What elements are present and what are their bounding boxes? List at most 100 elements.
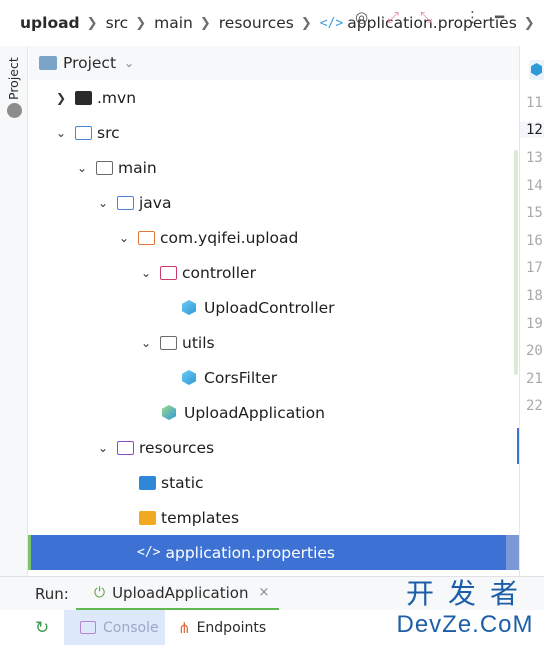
project-view-selector[interactable]: Project	[63, 54, 116, 72]
tree-item-label: src	[97, 123, 120, 142]
tree-item-corsfilter[interactable]: CorsFilter	[29, 360, 507, 395]
tree-item-label: .mvn	[97, 88, 137, 107]
line-number: 21	[526, 371, 543, 387]
spring-class-icon	[162, 405, 176, 420]
close-icon[interactable]: ×	[258, 585, 269, 600]
line-number: 13	[526, 150, 543, 166]
selection-edge	[506, 535, 519, 570]
line-number: 19	[526, 316, 543, 332]
chevron-right-icon: ❯	[135, 15, 147, 31]
resources-folder-icon	[117, 440, 134, 455]
endpoints-icon: ⋔	[178, 618, 191, 637]
tree-item-label: main	[118, 158, 157, 177]
rerun-icon[interactable]: ↻	[35, 618, 49, 638]
tree-item-label: UploadApplication	[184, 403, 325, 422]
line-number: 15	[526, 205, 543, 221]
tab-console-label: Console	[103, 619, 159, 636]
chevron-down-icon[interactable]: ⌄	[95, 196, 111, 210]
folder-icon	[96, 160, 113, 175]
tree-item-label: controller	[182, 263, 256, 282]
power-icon: ⏻	[94, 584, 106, 601]
package-icon	[138, 230, 155, 245]
tree-item-label: resources	[139, 438, 215, 457]
chevron-down-icon[interactable]: ⌄	[124, 56, 134, 70]
tree-item-src[interactable]: ⌄ src	[29, 115, 507, 150]
tree-item-uploadcontroller[interactable]: UploadController	[29, 290, 507, 325]
left-tool-strip	[0, 46, 28, 576]
chevron-right-icon: ❯	[523, 15, 535, 31]
chevron-right-icon: ❯	[199, 15, 211, 31]
line-number: 11	[526, 95, 543, 111]
properties-file-icon: </>	[137, 545, 161, 560]
tab-endpoints[interactable]: ⋔ Endpoints	[178, 610, 266, 645]
chevron-down-icon[interactable]: ⌄	[95, 441, 111, 455]
project-folder-icon	[39, 56, 57, 70]
folder-icon	[75, 90, 92, 105]
run-tab-label: UploadApplication	[112, 583, 249, 602]
chevron-right-icon[interactable]: ❯	[53, 91, 69, 105]
tree-item-label: com.yqifei.upload	[160, 228, 299, 247]
tree-item-utils[interactable]: ⌄ utils	[29, 325, 507, 360]
tab-console[interactable]: Console	[64, 610, 165, 645]
class-icon	[182, 370, 196, 385]
expand-icon[interactable]: ⤢	[387, 8, 399, 26]
tree-item-main[interactable]: ⌄ main	[29, 150, 507, 185]
chevron-right-icon: ❯	[86, 15, 98, 31]
line-number: 18	[526, 288, 543, 304]
project-tool-icon[interactable]	[7, 103, 22, 118]
project-tool-window-label[interactable]: Project	[6, 57, 21, 100]
project-tree: ❯ .mvn ⌄ src ⌄ main ⌄ java ⌄ com.yqifei.…	[28, 80, 519, 574]
tree-item-label: UploadController	[204, 298, 335, 317]
tree-item-java[interactable]: ⌄ java	[29, 185, 507, 220]
run-tool-window-header: Run: ⏻ UploadApplication ×	[0, 576, 544, 611]
tree-item-label: templates	[161, 508, 240, 527]
more-icon[interactable]: ⋮	[465, 8, 480, 26]
tree-item-mvn[interactable]: ❯ .mvn	[29, 80, 507, 115]
templates-folder-icon	[139, 510, 156, 525]
line-number: 22	[526, 398, 543, 414]
tree-item-label: static	[161, 473, 204, 492]
breadcrumb-project[interactable]: upload	[20, 14, 80, 32]
tree-item-static[interactable]: static	[29, 465, 507, 500]
chevron-down-icon[interactable]: ⌄	[138, 336, 154, 350]
tree-item-templates[interactable]: templates	[29, 500, 507, 535]
tree-item-controller[interactable]: ⌄ controller	[29, 255, 507, 290]
run-label: Run:	[35, 584, 69, 603]
tree-item-label: utils	[182, 333, 215, 352]
chevron-down-icon[interactable]: ⌄	[138, 266, 154, 280]
chevron-down-icon[interactable]: ⌄	[116, 231, 132, 245]
breadcrumb-resources[interactable]: resources	[219, 14, 294, 32]
breadcrumb: upload ❯ src ❯ main ❯ resources ❯ </> ap…	[0, 0, 544, 46]
folder-icon	[160, 335, 177, 350]
tree-item-label: CorsFilter	[204, 368, 278, 387]
chevron-down-icon[interactable]: ⌄	[74, 161, 90, 175]
tree-item-uploadapplication[interactable]: UploadApplication	[29, 395, 507, 430]
breadcrumb-file[interactable]: application.properties	[347, 14, 517, 32]
breadcrumb-main[interactable]: main	[154, 14, 193, 32]
line-number: 20	[526, 343, 543, 359]
run-toolbar: ↻ Console ⋔ Endpoints	[0, 610, 544, 645]
web-folder-icon	[139, 475, 156, 490]
breadcrumb-src[interactable]: src	[106, 14, 129, 32]
target-icon[interactable]: ◎	[355, 8, 368, 26]
line-number: 16	[526, 233, 543, 249]
project-panel-header: Project ⌄	[29, 46, 519, 80]
tree-item-resources[interactable]: ⌄ resources	[29, 430, 507, 465]
tree-item-package[interactable]: ⌄ com.yqifei.upload	[29, 220, 507, 255]
chevron-down-icon[interactable]: ⌄	[53, 126, 69, 140]
tree-item-label: application.properties	[165, 543, 336, 562]
controller-package-icon	[160, 265, 177, 280]
run-tab-uploadapplication[interactable]: ⏻ UploadApplication ×	[76, 577, 280, 611]
tree-item-label: java	[139, 193, 172, 212]
minimize-icon[interactable]: ━	[495, 8, 504, 26]
collapse-icon[interactable]: ⤡	[420, 8, 432, 26]
chevron-right-icon: ❯	[300, 15, 312, 31]
line-number-current: 12	[520, 122, 544, 138]
tree-item-application-properties[interactable]: </> application.properties	[28, 535, 506, 570]
tab-endpoints-label: Endpoints	[196, 619, 267, 636]
class-icon	[182, 300, 196, 315]
source-folder-icon	[75, 125, 92, 140]
console-icon	[80, 621, 96, 634]
change-marker	[514, 150, 518, 375]
java-folder-icon	[117, 195, 134, 210]
